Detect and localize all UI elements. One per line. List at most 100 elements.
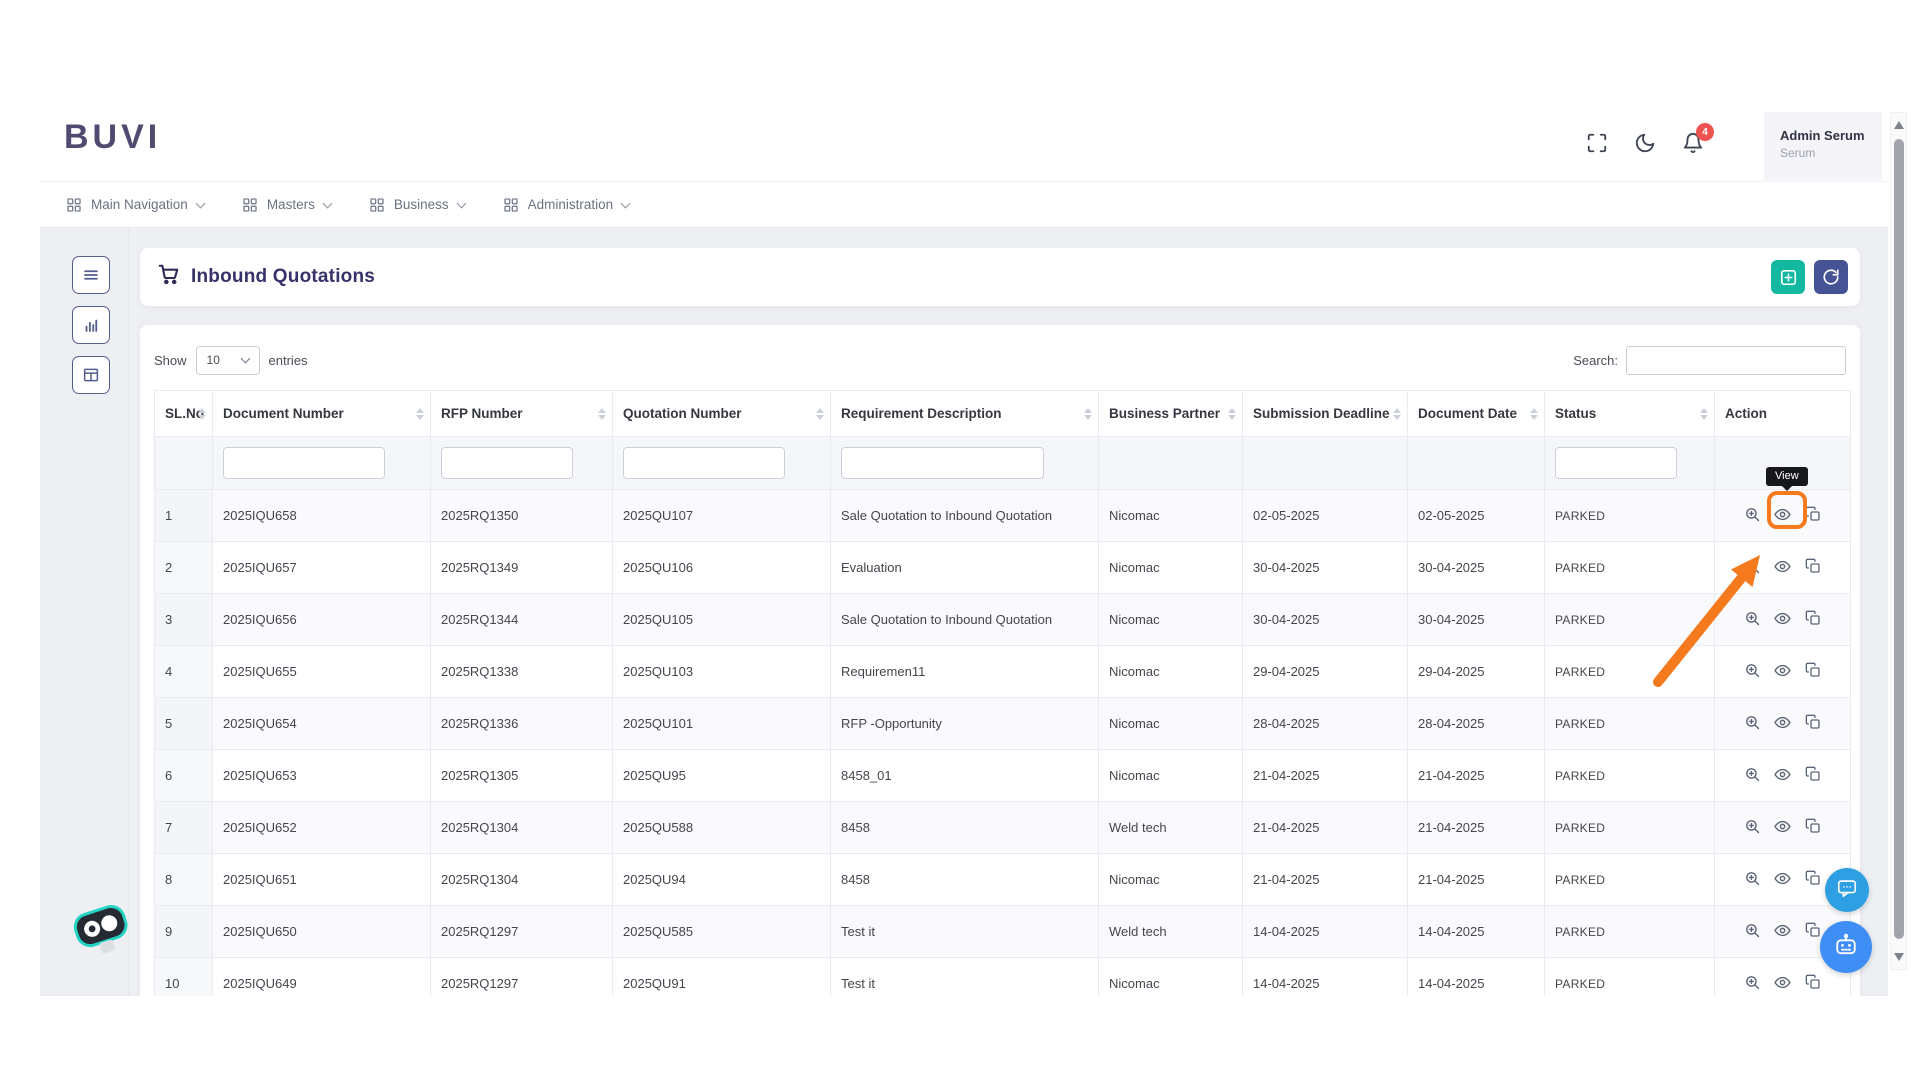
- vertical-scrollbar[interactable]: [1890, 112, 1907, 970]
- show-label: Show: [154, 353, 187, 368]
- scrollbar-thumb[interactable]: [1894, 139, 1904, 939]
- nav-item-masters[interactable]: Masters: [242, 197, 331, 213]
- view-action-icon[interactable]: [1774, 662, 1791, 679]
- table-row: 12025IQU6582025RQ13502025QU107Sale Quota…: [155, 490, 1851, 542]
- sidebar-button-bar-chart[interactable]: [72, 306, 110, 344]
- copy-action-icon[interactable]: [1804, 610, 1821, 627]
- filter-requirement-description-input[interactable]: [841, 447, 1044, 479]
- copy-action-icon[interactable]: [1804, 974, 1821, 991]
- column-header-status[interactable]: Status: [1545, 391, 1715, 437]
- copy-action-icon[interactable]: [1804, 662, 1821, 679]
- column-header-sl-no[interactable]: SL.No: [155, 391, 213, 437]
- sort-icon: [816, 408, 824, 420]
- sidebar-button-table-view[interactable]: [72, 356, 110, 394]
- copy-action-icon[interactable]: [1804, 766, 1821, 783]
- column-label: RFP Number: [441, 406, 523, 421]
- column-header-submission-deadline[interactable]: Submission Deadline: [1243, 391, 1408, 437]
- fullscreen-icon[interactable]: [1586, 132, 1608, 154]
- column-header-business-partner[interactable]: Business Partner: [1099, 391, 1243, 437]
- cell-document-number: 2025IQU654: [213, 698, 431, 750]
- nav-item-administration[interactable]: Administration: [503, 197, 630, 213]
- filter-rfp-number-input[interactable]: [441, 447, 573, 479]
- copy-action-icon[interactable]: [1804, 818, 1821, 835]
- view-action-icon[interactable]: [1774, 870, 1791, 887]
- view-action-icon[interactable]: [1774, 974, 1791, 991]
- copy-action-icon[interactable]: [1804, 922, 1821, 939]
- zoom-in-action-icon[interactable]: [1744, 714, 1761, 731]
- column-header-rfp-number[interactable]: RFP Number: [431, 391, 613, 437]
- zoom-in-action-icon[interactable]: [1744, 558, 1761, 575]
- filter-quotation-number-input[interactable]: [623, 447, 785, 479]
- column-label: Quotation Number: [623, 406, 742, 421]
- sort-icon: [416, 408, 424, 420]
- cell-requirement-description: 8458: [831, 854, 1099, 906]
- cell-status: PARKED: [1545, 750, 1715, 802]
- column-header-requirement-description[interactable]: Requirement Description: [831, 391, 1099, 437]
- table-row: 32025IQU6562025RQ13442025QU105Sale Quota…: [155, 594, 1851, 646]
- zoom-in-action-icon[interactable]: [1744, 766, 1761, 783]
- copy-action-icon[interactable]: [1804, 506, 1821, 523]
- notifications-icon[interactable]: 4: [1682, 132, 1704, 154]
- scroll-down-arrow[interactable]: [1894, 953, 1904, 961]
- sidebar-button-menu[interactable]: [72, 256, 110, 294]
- cell-quotation-number: 2025QU105: [613, 594, 831, 646]
- filter-status-input[interactable]: [1555, 447, 1677, 479]
- copy-action-icon[interactable]: [1804, 714, 1821, 731]
- zoom-in-action-icon[interactable]: [1744, 870, 1761, 887]
- chevron-down-icon: [621, 198, 631, 208]
- view-action-icon[interactable]: [1774, 610, 1791, 627]
- page-size-select[interactable]: 10: [196, 346, 260, 375]
- cell-document-date: 14-04-2025: [1408, 958, 1545, 997]
- cell-document-date: 30-04-2025: [1408, 594, 1545, 646]
- cell-requirement-description: 8458_01: [831, 750, 1099, 802]
- zoom-in-action-icon[interactable]: [1744, 506, 1761, 523]
- cell-sl-no: 8: [155, 854, 213, 906]
- cell-sl-no: 2: [155, 542, 213, 594]
- cell-submission-deadline: 29-04-2025: [1243, 646, 1408, 698]
- scroll-up-arrow[interactable]: [1894, 121, 1904, 129]
- chat-fab-button[interactable]: [1825, 868, 1869, 912]
- bot-fab-button[interactable]: [1820, 921, 1872, 973]
- nav-item-main-navigation[interactable]: Main Navigation: [66, 197, 204, 213]
- column-header-document-number[interactable]: Document Number: [213, 391, 431, 437]
- entries-label: entries: [269, 353, 308, 368]
- grid-icon: [369, 197, 385, 213]
- zoom-in-action-icon[interactable]: [1744, 818, 1761, 835]
- copy-action-icon[interactable]: [1804, 870, 1821, 887]
- view-action-icon[interactable]: [1774, 558, 1791, 575]
- dark-mode-icon[interactable]: [1634, 132, 1656, 154]
- column-label: Document Number: [223, 406, 344, 421]
- view-action-icon[interactable]: [1774, 506, 1791, 523]
- cell-business-partner: Weld tech: [1099, 906, 1243, 958]
- view-action-icon[interactable]: [1774, 922, 1791, 939]
- cell-submission-deadline: 14-04-2025: [1243, 958, 1408, 997]
- zoom-in-action-icon[interactable]: [1744, 610, 1761, 627]
- column-header-document-date[interactable]: Document Date: [1408, 391, 1545, 437]
- view-action-icon[interactable]: [1774, 818, 1791, 835]
- sort-icon: [1530, 408, 1538, 420]
- chat-bubble-icon: [1836, 877, 1858, 904]
- filter-document-number-input[interactable]: [223, 447, 385, 479]
- quotations-table-card: Show 10 entries Search: SL.NoDocument Nu…: [140, 325, 1860, 996]
- cell-status: PARKED: [1545, 854, 1715, 906]
- cell-requirement-description: Requiremen11: [831, 646, 1099, 698]
- copy-action-icon[interactable]: [1804, 558, 1821, 575]
- sidebar-divider: [128, 228, 129, 996]
- nav-item-business[interactable]: Business: [369, 197, 465, 213]
- column-label: Requirement Description: [841, 406, 1002, 421]
- view-action-icon[interactable]: [1774, 714, 1791, 731]
- zoom-in-action-icon[interactable]: [1744, 922, 1761, 939]
- refresh-button[interactable]: [1814, 260, 1848, 294]
- zoom-in-action-icon[interactable]: [1744, 662, 1761, 679]
- column-header-quotation-number[interactable]: Quotation Number: [613, 391, 831, 437]
- user-menu[interactable]: Admin Serum Serum: [1764, 112, 1882, 182]
- add-button[interactable]: [1771, 260, 1805, 294]
- cell-requirement-description: Evaluation: [831, 542, 1099, 594]
- search-input[interactable]: [1626, 346, 1846, 375]
- cell-submission-deadline: 02-05-2025: [1243, 490, 1408, 542]
- column-header-action: Action: [1715, 391, 1851, 437]
- zoom-in-action-icon[interactable]: [1744, 974, 1761, 991]
- cell-status: PARKED: [1545, 958, 1715, 997]
- cell-requirement-description: Test it: [831, 958, 1099, 997]
- view-action-icon[interactable]: [1774, 766, 1791, 783]
